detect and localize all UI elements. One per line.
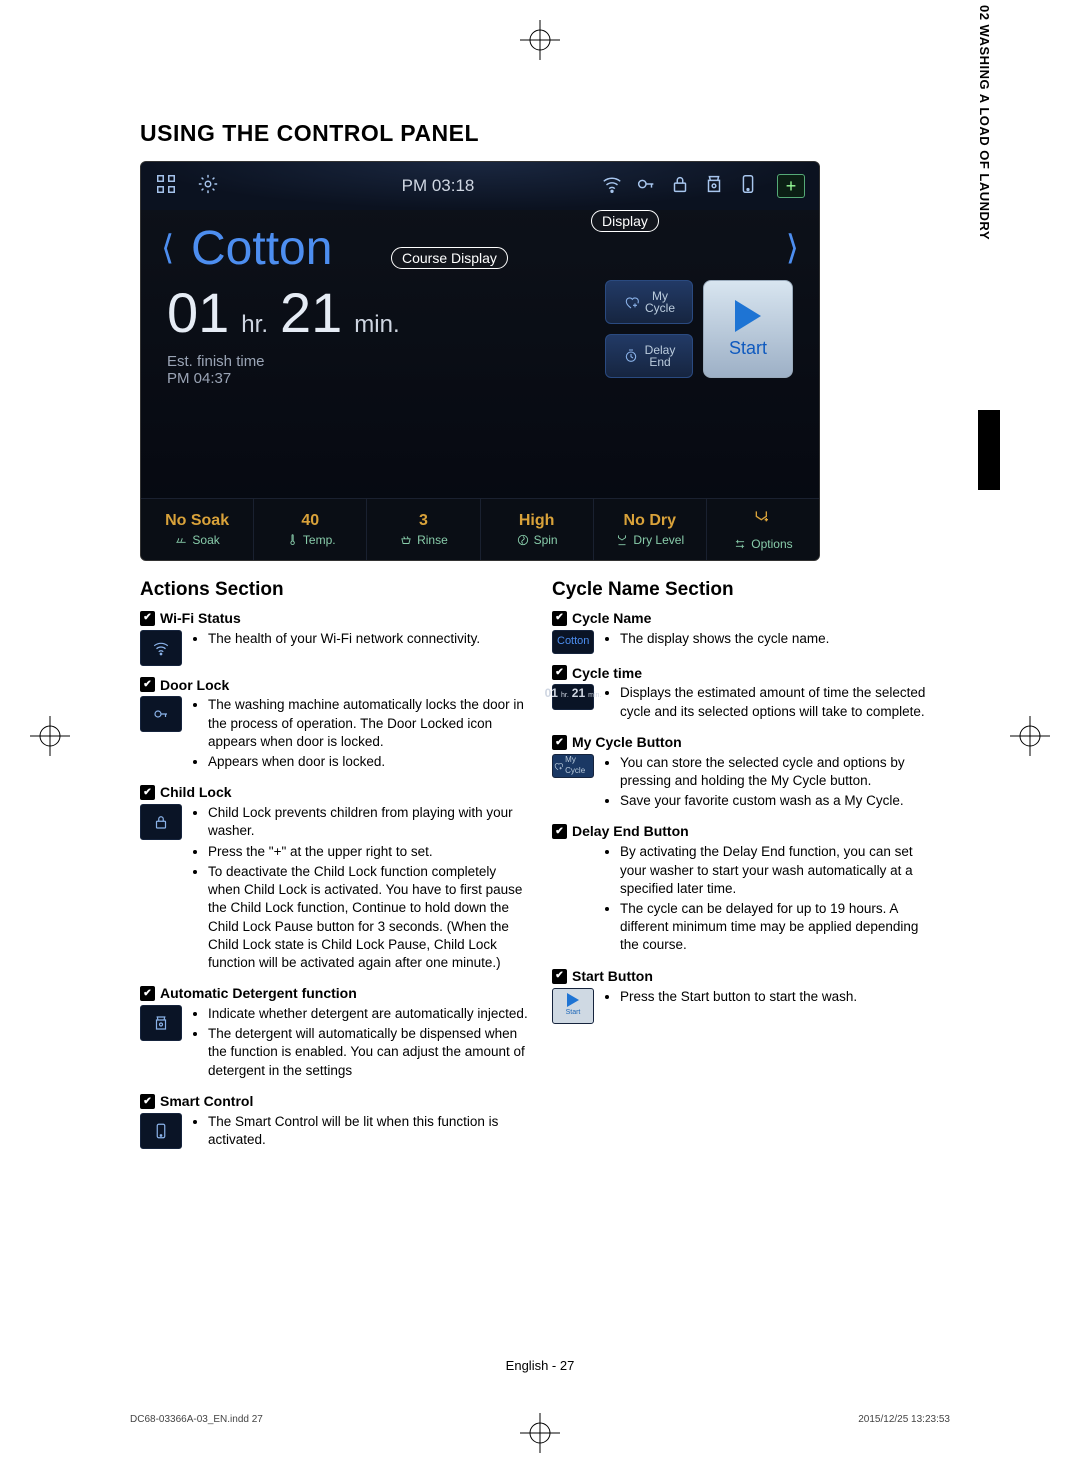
checkbox-icon: ✔ (140, 986, 155, 1001)
checkbox-icon: ✔ (552, 969, 567, 984)
callout-course-display: Course Display (391, 247, 508, 269)
detergent-icon (703, 173, 725, 200)
callout-display: Display (591, 210, 659, 232)
actions-section-heading: Actions Section (140, 577, 528, 603)
wifi-thumb-icon (140, 630, 182, 666)
print-timestamp: 2015/12/25 13:23:53 (858, 1414, 950, 1425)
item-delay-end: ✔Delay End Button By activating the Dela… (552, 822, 940, 956)
soak-cell[interactable]: No Soak Soak (141, 499, 254, 560)
item-auto-detergent: ✔Automatic Detergent function Indicate w… (140, 984, 528, 1082)
section-tab: 02 WASHING A LOAD OF LAUNDRY (920, 280, 940, 710)
spin-cell[interactable]: High Spin (481, 499, 594, 560)
hour-value: 01 (167, 280, 229, 345)
item-smart-control: ✔Smart Control The Smart Control will be… (140, 1092, 528, 1151)
start-button[interactable]: Start (703, 280, 793, 378)
temp-cell[interactable]: 40 Temp. (254, 499, 367, 560)
wifi-icon (601, 173, 623, 200)
clock-label: PM 03:18 (285, 176, 591, 196)
section-tab-label: 02 WASHING A LOAD OF LAUNDRY (977, 5, 992, 240)
checkbox-icon: ✔ (552, 824, 567, 839)
est-finish-time: PM 04:37 (167, 370, 231, 387)
checkbox-icon: ✔ (552, 735, 567, 750)
checkbox-icon: ✔ (552, 665, 567, 680)
rinse-cell[interactable]: 3 Rinse (367, 499, 480, 560)
item-my-cycle: ✔My Cycle Button My Cycle You can store … (552, 733, 940, 813)
item-door-lock: ✔Door Lock The washing machine automatic… (140, 676, 528, 774)
cycle-name-thumb: Cotton (552, 630, 594, 654)
chevron-right-icon[interactable]: ⟩ (769, 228, 799, 268)
item-cycle-name: ✔Cycle Name Cotton The display shows the… (552, 609, 940, 654)
smart-control-thumb-icon (140, 1113, 182, 1149)
minute-unit: min. (354, 311, 399, 339)
chevron-left-icon[interactable]: ⟨ (161, 228, 191, 268)
play-icon (567, 993, 579, 1007)
detergent-thumb-icon (140, 1005, 182, 1041)
control-panel-figure: PM 03:18 + Display Course Display ⟨ Cott… (140, 161, 820, 561)
registration-mark-icon (1010, 716, 1050, 756)
print-filename: DC68-03366A-03_EN.indd 27 (130, 1414, 263, 1425)
my-cycle-button[interactable]: MyCycle (605, 280, 693, 324)
child-lock-thumb-icon (140, 804, 182, 840)
checkbox-icon: ✔ (140, 785, 155, 800)
child-lock-icon (669, 173, 691, 200)
checkbox-icon: ✔ (140, 677, 155, 692)
options-bar: No Soak Soak 40 Temp. 3 Rinse High Spin … (141, 498, 819, 560)
play-icon (735, 300, 761, 332)
delay-end-button[interactable]: DelayEnd (605, 334, 693, 378)
checkbox-icon: ✔ (140, 611, 155, 626)
page-footer: English - 27 (0, 1358, 1080, 1373)
item-wifi-status: ✔Wi-Fi Status The health of your Wi-Fi n… (140, 609, 528, 666)
apps-icon (155, 173, 177, 200)
options-cell[interactable]: Options (707, 499, 819, 560)
my-cycle-thumb: My Cycle (552, 754, 594, 778)
door-lock-thumb-icon (140, 696, 182, 732)
cycle-name-section-heading: Cycle Name Section (552, 577, 940, 603)
checkbox-icon: ✔ (552, 611, 567, 626)
est-finish-label: Est. finish time (167, 353, 265, 370)
minute-value: 21 (280, 280, 342, 345)
checkbox-icon: ✔ (140, 1094, 155, 1109)
start-thumb: Start (552, 988, 594, 1024)
gear-icon (197, 173, 219, 200)
plus-button[interactable]: + (777, 174, 805, 198)
page-title: USING THE CONTROL PANEL (140, 120, 940, 147)
item-child-lock: ✔Child Lock Child Lock prevents children… (140, 783, 528, 974)
item-cycle-time: ✔Cycle time 01hr. 21min. Displays the es… (552, 664, 940, 723)
registration-mark-icon (30, 716, 70, 756)
smart-control-icon (737, 173, 759, 200)
cycle-time-thumb: 01hr. 21min. (552, 684, 594, 710)
door-lock-icon (635, 173, 657, 200)
item-start-button: ✔Start Button Start Press the Start butt… (552, 967, 940, 1024)
registration-mark-icon (520, 20, 560, 60)
hour-unit: hr. (241, 311, 268, 339)
dry-level-cell[interactable]: No Dry Dry Level (594, 499, 707, 560)
